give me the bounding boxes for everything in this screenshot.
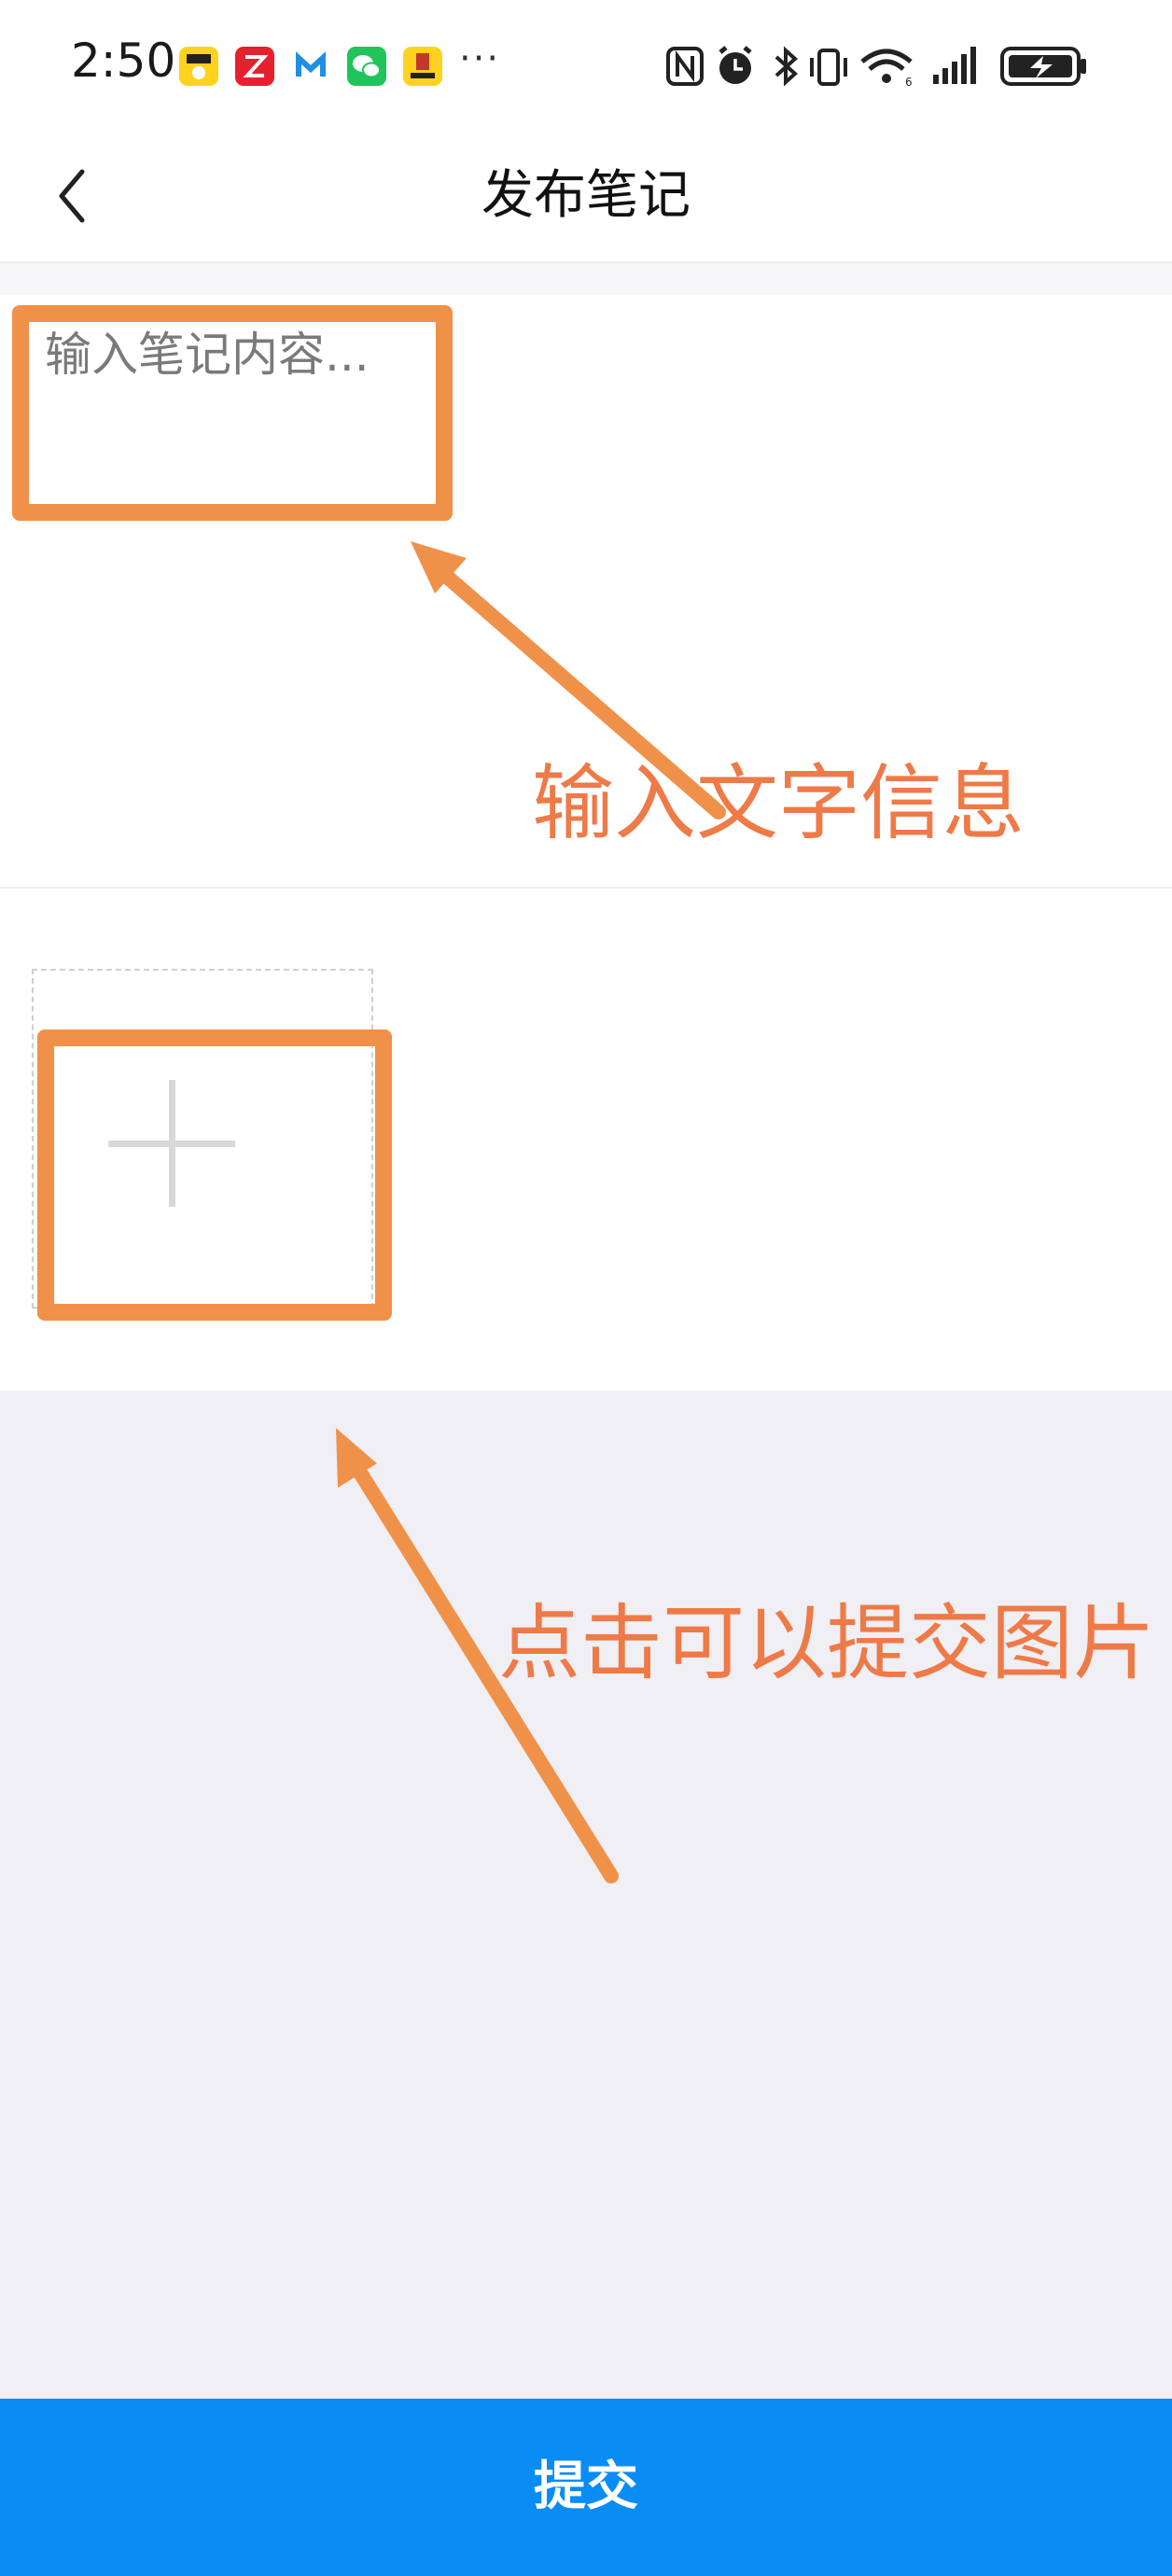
app-yellow-2-icon bbox=[403, 47, 442, 86]
submit-button[interactable]: 提交 bbox=[0, 2399, 1172, 2576]
annotation-text-input-hint: 输入文字信息 bbox=[532, 755, 1026, 851]
section-gap bbox=[0, 263, 1172, 295]
alarm-icon bbox=[719, 46, 752, 84]
nfc-icon bbox=[666, 47, 704, 86]
chevron-left-icon bbox=[59, 169, 85, 223]
more-notifications-icon: ··· bbox=[459, 37, 501, 80]
vibrate-icon bbox=[810, 49, 847, 86]
app-blue-m-icon bbox=[291, 47, 330, 86]
app-red-icon bbox=[235, 47, 274, 86]
battery-charging-icon bbox=[1000, 47, 1086, 86]
page-title: 发布笔记 bbox=[481, 165, 691, 226]
wifi-icon: 6 bbox=[860, 49, 913, 89]
app-yellow-icon bbox=[179, 47, 218, 86]
bluetooth-icon bbox=[774, 46, 798, 87]
signal-icon bbox=[933, 47, 976, 84]
nav-bar: 发布笔记 bbox=[0, 131, 1172, 261]
annotation-box-text-input bbox=[12, 305, 453, 521]
annotation-image-hint: 点击可以提交图片 bbox=[498, 1595, 1156, 1691]
system-status-icons: 6 bbox=[666, 46, 1086, 89]
status-time: 2:50 bbox=[71, 34, 176, 88]
empty-background bbox=[0, 1391, 1172, 2399]
back-button[interactable] bbox=[45, 157, 123, 235]
wechat-icon bbox=[347, 47, 386, 86]
svg-text:6: 6 bbox=[905, 76, 913, 89]
status-bar: 2:50 ··· 6 bbox=[0, 0, 1172, 131]
annotation-box-image-upload bbox=[37, 1029, 392, 1321]
